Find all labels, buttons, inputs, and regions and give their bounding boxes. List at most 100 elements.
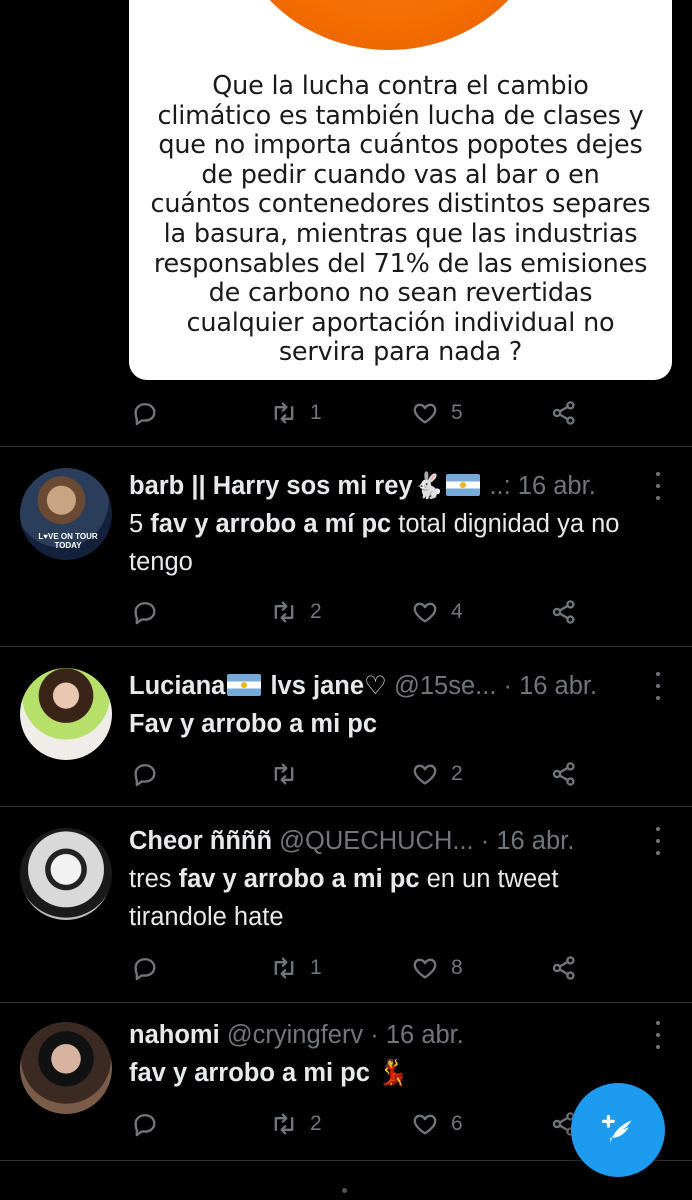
display-name[interactable]: barb || Harry sos mi rey — [129, 472, 413, 500]
retweet-icon — [274, 1113, 294, 1135]
retweet-button[interactable]: 2 — [270, 1104, 322, 1144]
retweet-icon — [274, 763, 294, 785]
like-count: 8 — [451, 956, 463, 979]
more-icon[interactable] — [650, 472, 666, 500]
tweet-header: Cheor ññññ @QUECHUCH... · 16 abr. — [129, 827, 575, 855]
retweet-count: 2 — [310, 600, 322, 623]
argentina-flag-icon — [227, 674, 262, 696]
display-name[interactable]: Luciana — [129, 672, 225, 700]
display-name[interactable]: Cheor ññññ — [129, 827, 272, 855]
share-icon — [552, 600, 575, 624]
avatar[interactable] — [20, 668, 112, 760]
tweet-actions: 1 8 — [0, 948, 692, 988]
like-button[interactable]: 5 — [411, 393, 463, 433]
like-button[interactable]: 8 — [411, 948, 463, 988]
tweet-text: tres fav y arrobo a mi pc en un tweet ti… — [129, 865, 559, 931]
like-count: 6 — [451, 1112, 463, 1135]
tweet-actions: 1 5 — [0, 393, 692, 433]
reply-tweet[interactable]: Luciana lvs jane♡ @15se... · 16 abr. Fav… — [0, 646, 692, 806]
quote-line: climático es también lucha de clases y — [157, 100, 644, 131]
reply-tweet[interactable]: L♥VE ON TOUR TODAY barb || Harry sos mi r… — [0, 446, 692, 646]
user-handle[interactable]: @cryingferv — [227, 1021, 363, 1049]
quote-line: que no importa cuántos popotes dejes — [158, 130, 643, 161]
tweet-header: Luciana lvs jane♡ @15se... · 16 abr. — [129, 672, 598, 700]
more-icon[interactable] — [650, 1021, 666, 1049]
tweet-date[interactable]: 16 abr. — [386, 1021, 464, 1049]
image-quote-text: Que la lucha contra el cambio climático … — [129, 71, 672, 368]
compose-icon — [601, 1114, 632, 1144]
share-icon — [552, 762, 575, 786]
retweet-button[interactable]: 1 — [270, 393, 322, 433]
quote-line: responsables del 71% de las emisiones — [153, 248, 648, 279]
reply-button[interactable] — [131, 948, 159, 988]
like-button[interactable]: 2 — [411, 754, 463, 794]
user-handle[interactable]: @QUECHUCH... — [279, 827, 473, 855]
retweet-count: 1 — [310, 401, 322, 424]
compose-tweet-button[interactable] — [571, 1083, 665, 1177]
retweet-icon — [274, 601, 294, 623]
share-button[interactable] — [550, 393, 578, 433]
reply-icon — [134, 958, 156, 981]
like-button[interactable]: 6 — [411, 1104, 463, 1144]
like-icon — [413, 958, 437, 979]
retweet-count: 1 — [310, 956, 322, 979]
like-count: 2 — [451, 762, 463, 785]
dancer-emoji: 💃 — [377, 1059, 409, 1087]
tweet-date[interactable]: 16 abr. — [496, 827, 574, 855]
avatar-overlay-text: L♥VE ON TOUR TODAY — [38, 532, 98, 550]
reply-icon — [134, 602, 156, 625]
tweet-image[interactable]: Que la lucha contra el cambio climático … — [129, 0, 672, 380]
quote-line: cualquier aportación individual no — [186, 307, 615, 338]
retweet-button[interactable] — [270, 754, 310, 794]
like-icon — [413, 602, 437, 623]
retweet-icon — [274, 402, 294, 424]
retweet-count: 2 — [310, 1112, 322, 1135]
tweet-header: nahomi @cryingferv · 16 abr. — [129, 1021, 464, 1049]
display-name-suffix[interactable]: lvs jane♡ — [263, 672, 386, 700]
retweet-button[interactable]: 2 — [270, 592, 322, 632]
tweet-text: Fav y arrobo a mi pc — [129, 710, 378, 738]
quote-line: cuántos contenedores distintos separes — [150, 189, 651, 220]
like-icon — [413, 403, 437, 424]
tweet-date[interactable]: 16 abr. — [518, 472, 596, 500]
reply-button[interactable] — [131, 1104, 159, 1144]
reply-button[interactable] — [131, 754, 159, 794]
like-icon — [413, 1114, 437, 1135]
user-handle[interactable]: ..: — [489, 472, 510, 500]
share-icon — [552, 401, 575, 425]
tweet-date[interactable]: 16 abr. — [519, 672, 597, 700]
avatar[interactable]: L♥VE ON TOUR TODAY — [20, 468, 112, 560]
share-button[interactable] — [550, 948, 578, 988]
avatar[interactable] — [20, 1022, 112, 1114]
retweet-button[interactable]: 1 — [270, 948, 322, 988]
share-icon — [552, 956, 575, 980]
tweet-header: barb || Harry sos mi rey🐇 ..: 16 abr. — [129, 469, 642, 503]
share-button[interactable] — [550, 754, 578, 794]
more-icon[interactable] — [650, 827, 666, 855]
reply-tweet[interactable]: Cheor ññññ @QUECHUCH... · 16 abr. tres f… — [0, 806, 692, 1002]
like-count: 5 — [451, 401, 463, 424]
reply-button[interactable] — [131, 592, 159, 632]
reply-icon — [134, 403, 156, 426]
avatar[interactable] — [20, 828, 112, 920]
orange-ball-graphic — [229, 0, 549, 50]
like-icon — [413, 764, 437, 785]
more-icon[interactable] — [650, 672, 666, 700]
quote-line: de pedir cuando vas al bar o en — [201, 159, 600, 190]
rabbit-emoji: 🐇 — [412, 472, 445, 500]
share-button[interactable] — [550, 592, 578, 632]
display-name[interactable]: nahomi — [129, 1021, 220, 1049]
scroll-indicator — [342, 1188, 347, 1193]
user-handle[interactable]: @15se... — [394, 672, 496, 700]
argentina-flag-icon — [446, 474, 481, 496]
reply-icon — [134, 1114, 156, 1137]
tweet-actions: 2 — [0, 754, 692, 794]
like-count: 4 — [451, 600, 463, 623]
reply-button[interactable] — [131, 393, 159, 433]
quote-line: la basura, mientras que las industrias — [163, 218, 638, 249]
tweet-actions: 2 4 — [0, 592, 692, 632]
tweet-text: 5 fav y arrobo a mí pc total dignidad ya… — [129, 510, 620, 576]
like-button[interactable]: 4 — [411, 592, 463, 632]
quote-line: servira para nada ? — [278, 337, 523, 368]
quote-line: Que la lucha contra el cambio — [212, 71, 589, 101]
